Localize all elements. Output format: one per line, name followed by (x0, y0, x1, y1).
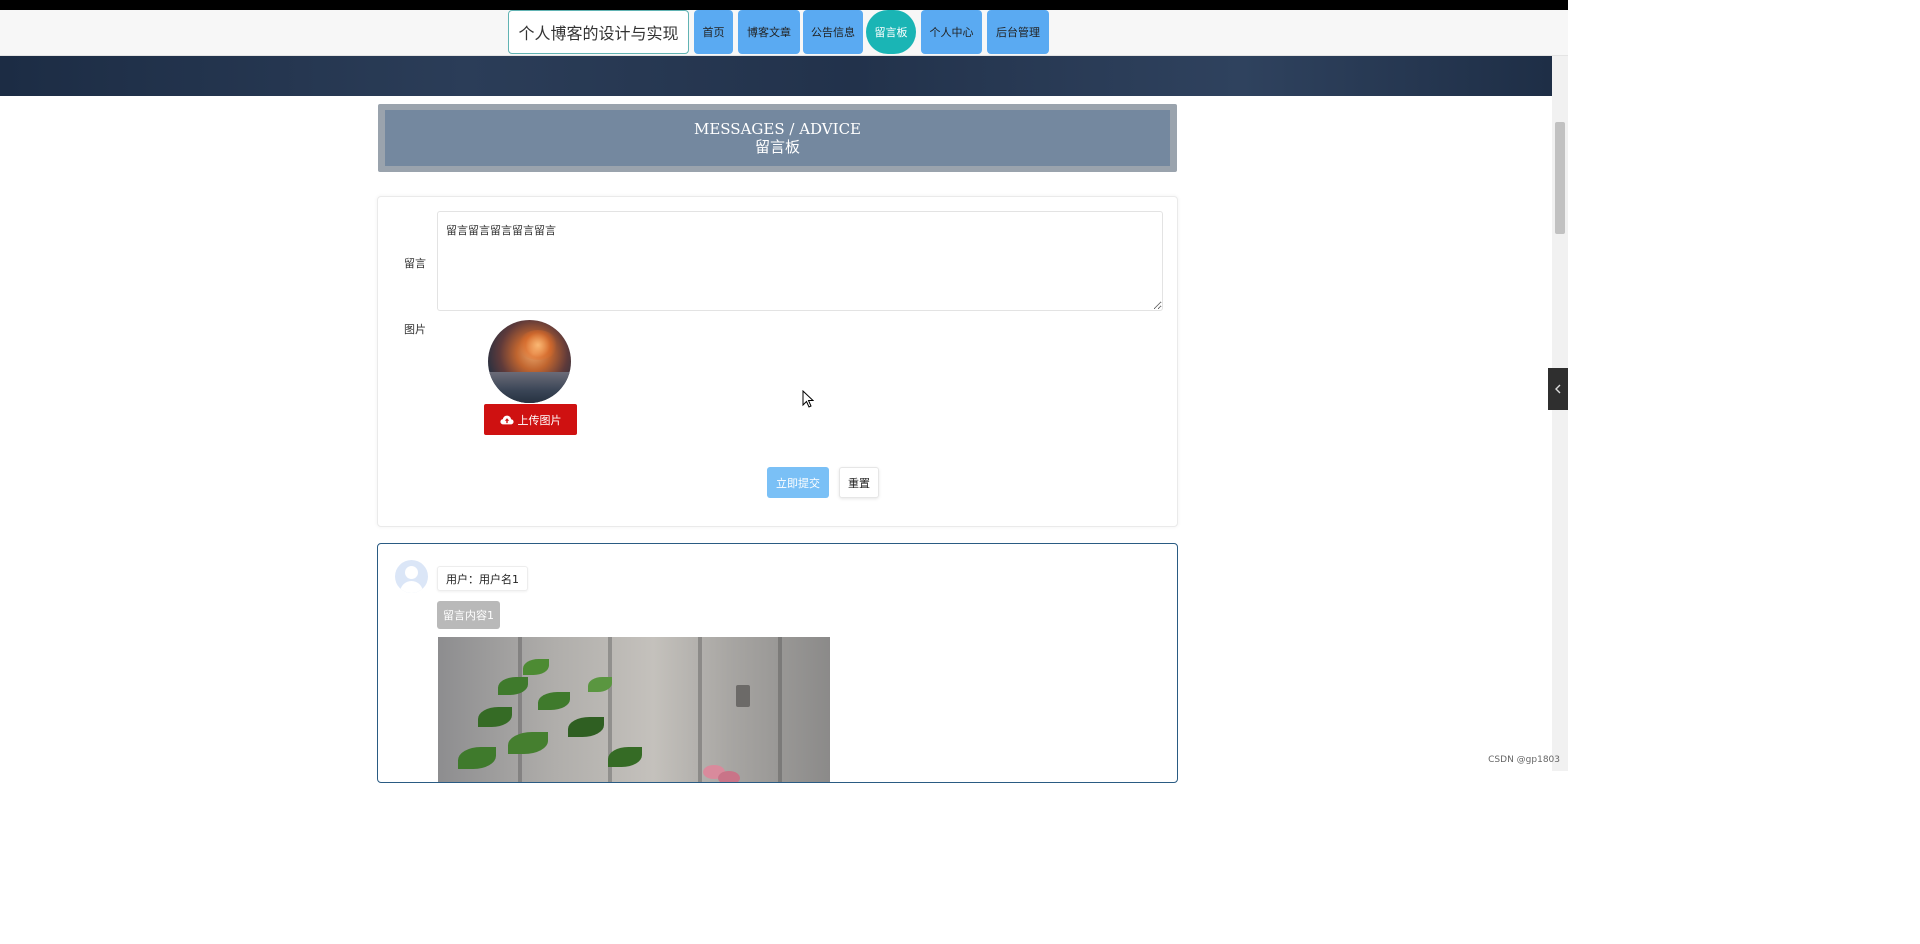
message-form: 留言 留言留言留言留言留言 图片 上传图片 立即提交 重置 (377, 196, 1178, 527)
section-title-en: MESSAGES / ADVICE (693, 120, 861, 138)
nav-item-announcements[interactable]: 公告信息 (803, 10, 863, 54)
image-label: 图片 (404, 323, 426, 336)
top-navigation: 个人博客的设计与实现 首页 博客文章 公告信息 留言板 个人中心 后台管理 (0, 10, 1568, 56)
nav-item-message-board[interactable]: 留言板 (866, 10, 916, 54)
nav-item-home[interactable]: 首页 (694, 10, 733, 54)
section-header: MESSAGES / ADVICE 留言板 (378, 104, 1177, 172)
cloud-upload-icon (499, 415, 514, 424)
message-user: 用户：用户名1 (437, 566, 528, 591)
message-item: 用户：用户名1 留言内容1 (377, 543, 1178, 783)
section-title-cn: 留言板 (754, 138, 800, 156)
message-label: 留言 (404, 257, 426, 270)
watermark: CSDN @gp1803 (1488, 755, 1560, 765)
nav-item-admin[interactable]: 后台管理 (987, 10, 1049, 54)
scrollbar-thumb[interactable] (1555, 122, 1565, 234)
page-scrollbar[interactable] (1552, 56, 1568, 771)
nav-item-personal-center[interactable]: 个人中心 (921, 10, 982, 54)
message-content: 留言内容1 (437, 601, 500, 629)
site-title[interactable]: 个人博客的设计与实现 (508, 10, 689, 54)
browser-top-strip (0, 0, 1568, 10)
uploaded-image-preview (488, 320, 571, 403)
upload-image-label: 上传图片 (517, 413, 562, 427)
user-avatar-icon (395, 560, 428, 593)
upload-image-button[interactable]: 上传图片 (484, 404, 577, 435)
chevron-left-icon[interactable] (1548, 368, 1568, 410)
submit-button[interactable]: 立即提交 (767, 467, 829, 498)
mouse-cursor-icon (802, 390, 814, 408)
message-textarea[interactable]: 留言留言留言留言留言 (437, 211, 1163, 311)
banner-image (0, 56, 1552, 96)
message-image (438, 637, 830, 782)
reset-button[interactable]: 重置 (839, 467, 879, 498)
nav-item-blog-articles[interactable]: 博客文章 (738, 10, 800, 54)
